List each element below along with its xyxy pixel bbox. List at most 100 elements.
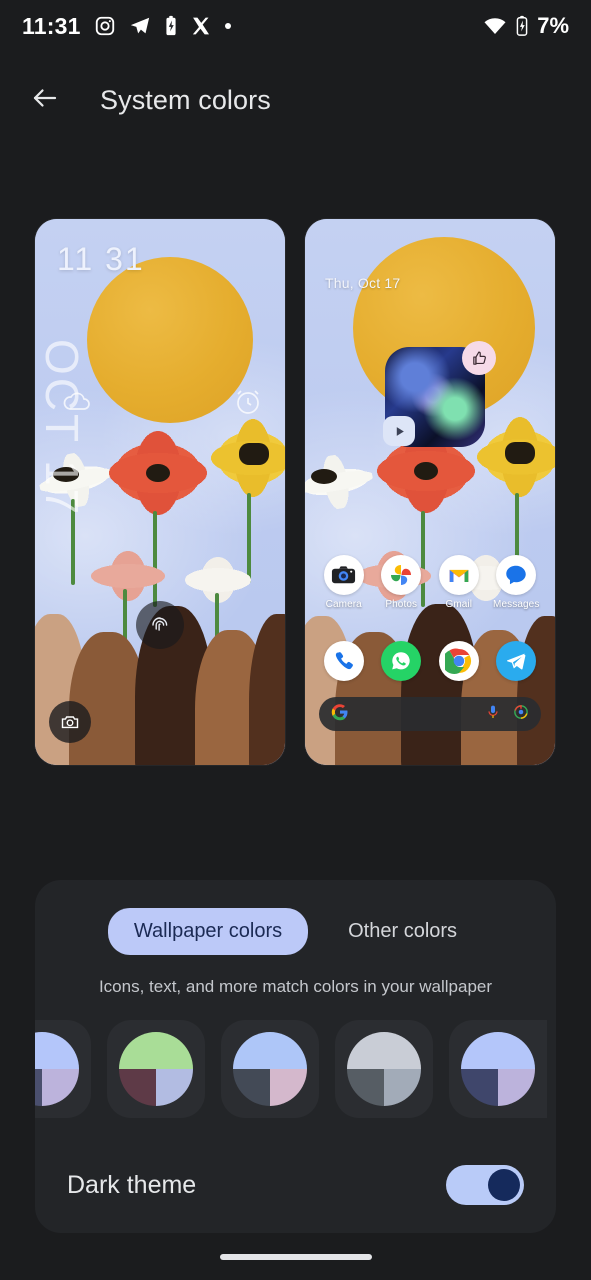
phone-app-icon[interactable] [323,641,364,681]
sun-shape [87,257,253,423]
battery-percent-label: 7% [537,13,569,38]
x-twitter-icon [191,16,211,36]
microphone-icon[interactable] [485,704,501,725]
telegram-icon [129,15,151,37]
swatch-5[interactable] [449,1020,547,1118]
swatch-1[interactable] [35,1020,91,1118]
app-item[interactable] [315,641,373,681]
messages-app-icon[interactable] [496,555,537,595]
app-label: Photos [385,599,418,610]
swatch-pie [461,1032,535,1106]
home-screen-date: Thu, Oct 17 [325,275,401,291]
navigation-bar [0,1233,591,1280]
dark-theme-label: Dark theme [67,1170,197,1199]
app-item[interactable]: Photos [373,555,431,610]
app-item[interactable]: Messages [488,555,546,610]
whatsapp-app-icon[interactable] [381,641,422,681]
swatch-quadrant-bottom-right [156,1069,193,1106]
app-label: Messages [493,599,540,610]
chrome-app-icon[interactable] [438,641,479,681]
dark-theme-toggle[interactable] [446,1165,524,1205]
swatch-pie [35,1032,79,1106]
flower-daisy [305,449,378,516]
notification-dot-icon [224,22,232,30]
swatch-quadrant-bottom-left [233,1069,270,1106]
status-bar-right: 7% [483,13,569,39]
status-bar: 11:31 7% [0,0,591,52]
swatch-quadrant-bottom-right [384,1069,421,1106]
lock-screen-clock: 11 31 [57,241,145,277]
swatch-quadrant-top [35,1032,79,1069]
app-item[interactable] [430,641,488,681]
gmail-app-icon[interactable] [438,555,479,595]
hand-shape [517,616,555,765]
back-arrow-icon [30,83,60,118]
app-item[interactable] [373,641,431,681]
toggle-knob [488,1169,520,1201]
swatch-2[interactable] [107,1020,205,1118]
wallpaper-home [305,219,555,765]
tab-other-colors[interactable]: Other colors [322,908,483,955]
telegram-app-icon[interactable] [496,641,537,681]
card-description: Icons, text, and more match colors in yo… [98,977,493,996]
battery-icon [515,15,529,37]
wifi-icon [483,16,507,36]
tab-wallpaper-colors[interactable]: Wallpaper colors [107,908,309,955]
play-icon[interactable] [383,416,415,446]
instagram-icon [94,15,116,37]
swatch-quadrant-bottom-left [119,1069,156,1106]
flower-poppy-red [109,431,207,516]
camera-shortcut-icon[interactable] [49,701,91,743]
thumbs-up-icon[interactable] [462,341,496,375]
app-item[interactable] [488,641,546,681]
app-bar: System colors [0,62,591,138]
page-title: System colors [100,84,271,115]
swatch-quadrant-top [233,1032,307,1069]
swatch-quadrant-bottom-right [270,1069,307,1106]
swatch-quadrant-bottom-left [461,1069,498,1106]
lock-screen-preview[interactable]: 11 31 OCT 17 [35,219,285,765]
app-item[interactable]: Camera [315,555,373,610]
home-gesture-pill[interactable] [219,1253,372,1260]
system-colors-screen: 11:31 7% System colors 11 31 OCT 17 Thu,… [0,0,591,1280]
lock-screen-date: OCT 17 [36,339,88,518]
swatch-pie [119,1032,193,1106]
swatch-quadrant-top [119,1032,193,1069]
flower-pink-cosmos [91,551,165,602]
swatch-quadrant-bottom-right [498,1069,535,1106]
battery-charging-icon [164,15,178,37]
fingerprint-icon[interactable] [136,601,184,649]
flower-sunflower [211,419,285,498]
google-lens-icon[interactable] [513,704,529,725]
swatch-quadrant-bottom-right [42,1069,79,1106]
dark-theme-row[interactable]: Dark theme [35,1137,556,1233]
google-g-icon [331,703,349,726]
swatch-3[interactable] [221,1020,319,1118]
home-dock-row [305,641,555,681]
color-source-tabs: Wallpaper colors Other colors [35,880,556,955]
home-app-row: Camera Photos Gmail Messages [305,555,555,610]
preview-carousel: 11 31 OCT 17 Thu, Oct 17 Camera Photos G… [0,219,591,765]
google-search-bar[interactable] [319,697,541,731]
back-button[interactable] [22,77,68,123]
color-swatch-rail[interactable] [35,1020,556,1120]
app-item[interactable]: Gmail [430,555,488,610]
alarm-clock-icon [233,387,263,422]
status-bar-clock: 11:31 [22,12,81,39]
camera-app-icon[interactable] [323,555,364,595]
swatch-quadrant-bottom-left [35,1069,42,1106]
swatch-pie [233,1032,307,1106]
cloud-weather-icon [61,389,95,420]
app-label: Gmail [445,599,473,610]
swatch-4[interactable] [335,1020,433,1118]
app-label: Camera [325,599,362,610]
color-options-card: Wallpaper colors Other colors Icons, tex… [35,880,556,1233]
hand-shape [249,614,285,765]
swatch-quadrant-bottom-left [347,1069,384,1106]
flower-sunflower [477,417,555,498]
swatch-quadrant-top [461,1032,535,1069]
swatch-pie [347,1032,421,1106]
home-screen-preview[interactable]: Thu, Oct 17 Camera Photos Gmail Messages [305,219,555,765]
swatch-quadrant-top [347,1032,421,1069]
photos-app-icon[interactable] [381,555,422,595]
